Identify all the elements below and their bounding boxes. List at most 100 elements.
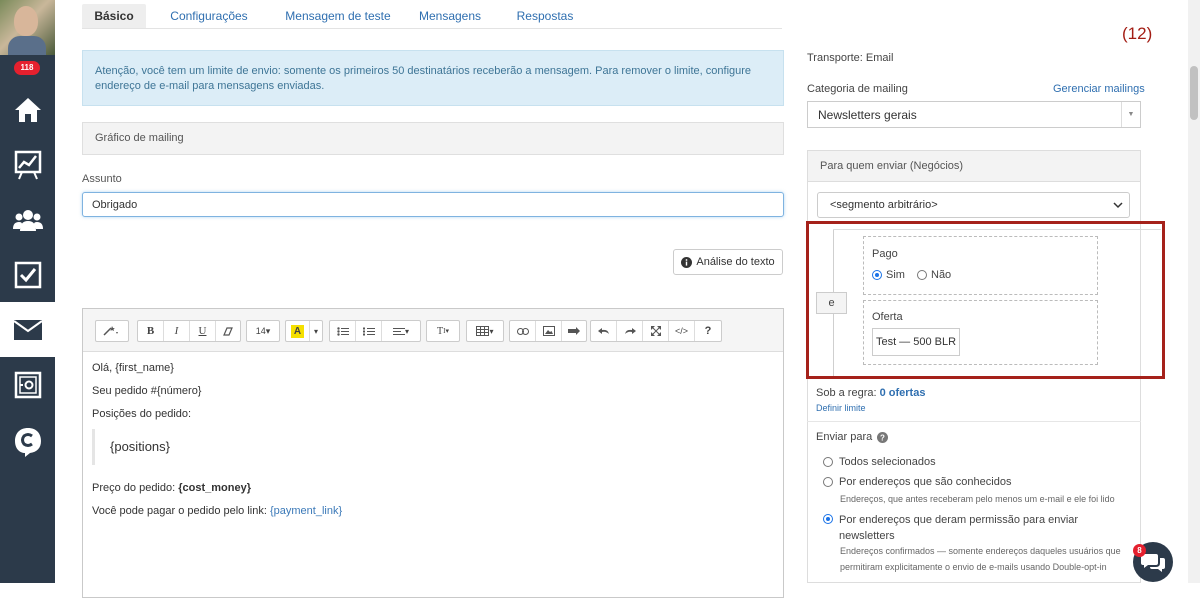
scrollbar[interactable] [1188, 0, 1200, 583]
sidebar-item-analytics[interactable] [0, 137, 55, 192]
send-option-permitted[interactable]: Por endereços que deram permissão para e… [823, 512, 1099, 544]
send-option-all-radio[interactable] [823, 457, 833, 467]
sidebar-item-users[interactable] [0, 192, 55, 247]
text-style-button[interactable]: T I▾ [427, 321, 459, 341]
chat-logo-icon [14, 427, 41, 457]
tab-bar: Básico Configurações Mensagem de teste M… [82, 2, 782, 29]
tab-replies[interactable]: Respostas [510, 4, 580, 28]
highlight-frame [806, 221, 1165, 379]
bold-button[interactable]: B [138, 321, 164, 341]
numbered-list-button[interactable] [356, 321, 382, 341]
help-button[interactable]: ? [695, 321, 721, 341]
tab-basic[interactable]: Básico [82, 4, 146, 28]
font-size-button[interactable]: 14 ▾ [247, 321, 279, 341]
send-option-known-radio[interactable] [823, 477, 833, 487]
toolbar-group-textstyle: T I▾ [426, 320, 460, 342]
mailing-category-select[interactable]: Newsletters gerais ▼ [807, 101, 1141, 128]
undo-button[interactable] [591, 321, 617, 341]
payment-link-variable: {payment_link} [269, 505, 343, 517]
italic-button[interactable]: I [164, 321, 190, 341]
chart-board-icon [14, 150, 41, 179]
sidebar-item-tasks[interactable] [0, 247, 55, 302]
notification-badge[interactable]: 118 [14, 61, 40, 75]
text-analysis-label: Análise do texto [696, 256, 775, 268]
video-icon [568, 327, 580, 335]
magic-wand-button[interactable] [96, 321, 128, 341]
send-option-known[interactable]: Por endereços que são conhecidos [823, 476, 1011, 488]
link-button[interactable] [510, 321, 536, 341]
code-view-button[interactable]: </> [669, 321, 695, 341]
chat-bubbles-icon [1141, 554, 1165, 572]
align-button[interactable]: ▾ [382, 321, 420, 341]
tab-test-message[interactable]: Mensagem de teste [278, 4, 398, 28]
sidebar-item-chat[interactable] [0, 414, 55, 469]
scrollbar-thumb[interactable] [1190, 66, 1198, 120]
toolbar-group-paragraph: ▾ [329, 320, 421, 342]
bullet-list-button[interactable] [330, 321, 356, 341]
align-icon [392, 327, 405, 335]
align-caret: ▾ [404, 326, 409, 336]
price-variable: {cost_money} [178, 482, 251, 494]
rule-offers-link[interactable]: 0 ofertas [880, 387, 926, 399]
font-size-value: 14 [255, 326, 266, 336]
text-color-button[interactable]: A [286, 321, 310, 341]
toolbar-group-misc: </> ? [590, 320, 722, 342]
table-button[interactable]: ▾ [467, 321, 503, 341]
mailing-category-value: Newsletters gerais [818, 108, 917, 122]
clear-format-button[interactable] [216, 321, 240, 341]
price-label: Preço do pedido: [92, 482, 179, 494]
pay-label: Você pode pagar o pedido pelo link: [92, 505, 270, 517]
redo-icon [624, 328, 636, 334]
eraser-icon [223, 326, 233, 336]
mailing-chart-header[interactable]: Gráfico de mailing [82, 122, 784, 155]
sidebar-item-home[interactable] [0, 82, 55, 137]
define-limit-link[interactable]: Definir limite [816, 403, 866, 413]
avatar-shirt [8, 36, 46, 55]
counter-label: (12) [1122, 24, 1153, 43]
send-option-known-label: Por endereços que são conhecidos [839, 476, 1012, 488]
toolbar-group-insert [509, 320, 587, 342]
send-option-all[interactable]: Todos selecionados [823, 456, 936, 468]
toolbar-group-table: ▾ [466, 320, 504, 342]
text-analysis-button[interactable]: Análise do texto [673, 249, 783, 275]
editor-price-line: Preço do pedido: {cost_money} [92, 482, 251, 494]
segment-select[interactable]: <segmento arbitrário> [817, 192, 1130, 218]
tab-settings[interactable]: Configurações [164, 4, 254, 28]
mailing-category-label: Categoria de mailing [807, 83, 908, 95]
sidebar-item-mailings[interactable] [0, 302, 55, 357]
chevron-down-icon: ▼ [1121, 102, 1140, 127]
toolbar-group-style [95, 320, 129, 342]
avatar-face [14, 6, 38, 36]
send-option-known-desc: Endereços, que antes receberam pelo meno… [840, 494, 1115, 504]
bullet-list-icon [336, 326, 349, 336]
sidebar-item-safe[interactable] [0, 357, 55, 412]
text-style-caret: I▾ [443, 327, 449, 335]
manage-mailings-link[interactable]: Gerenciar mailings [1053, 83, 1145, 95]
blockquote-bar [92, 429, 95, 465]
video-button[interactable] [562, 321, 586, 341]
sidebar: 118 [0, 0, 55, 583]
highlight-a-icon: A [291, 324, 304, 338]
help-circle-icon[interactable]: ? [877, 431, 889, 443]
text-color-dropdown[interactable]: ▾ [310, 321, 322, 341]
fullscreen-icon [650, 326, 661, 336]
tab-messages[interactable]: Mensagens [416, 4, 484, 28]
editor-order-line: Seu pedido #{número} [92, 385, 202, 397]
users-icon [12, 209, 43, 231]
send-option-permitted-label: Por endereços que deram permissão para e… [839, 514, 1079, 542]
numbered-list-icon [362, 327, 375, 335]
chat-badge: 8 [1133, 544, 1146, 557]
avatar[interactable] [0, 0, 55, 55]
fullscreen-button[interactable] [643, 321, 669, 341]
toolbar-group-color: A ▾ [285, 320, 323, 342]
editor-positions-label: Posições do pedido: [92, 408, 192, 420]
send-to-row: Enviar para ? [816, 431, 889, 443]
send-option-permitted-radio[interactable] [823, 514, 833, 524]
send-option-permitted-desc: Endereços confirmados — somente endereço… [840, 546, 1121, 572]
message-editor[interactable]: B I U 14 ▾ A ▾ ▾ T I▾ ▾ </> ? Olá, {firs… [82, 308, 784, 598]
image-button[interactable] [536, 321, 562, 341]
underline-button[interactable]: U [190, 321, 216, 341]
redo-button[interactable] [617, 321, 643, 341]
svg-text:?: ? [880, 433, 885, 442]
subject-input[interactable] [82, 192, 784, 217]
